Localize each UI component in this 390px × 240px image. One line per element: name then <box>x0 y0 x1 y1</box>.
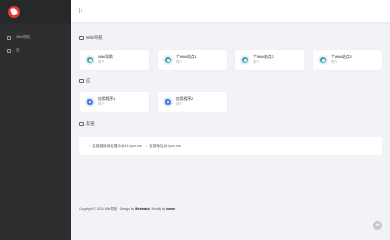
menu-toggle-icon[interactable] <box>79 8 82 13</box>
app-logo-icon <box>163 97 173 107</box>
card-subtitle: 简介 <box>176 102 183 107</box>
section-title-text: 应 <box>86 78 91 83</box>
card-subtitle: 简介 <box>331 60 338 65</box>
friend-link[interactable]: 友链地址@.iyun.me <box>149 144 181 149</box>
app-card[interactable]: 应用程序1 简介 <box>80 92 149 112</box>
card-subtitle: 简介 <box>253 60 260 65</box>
section-title-apps: 应 <box>79 78 90 84</box>
footer-copyright: Copyright © 2024 Wiki导航 · Design by <box>79 207 135 211</box>
folder-icon <box>79 79 84 83</box>
wiki-card[interactable]: 个Wiki站点3 简介 <box>313 50 382 70</box>
back-to-top-button[interactable] <box>373 221 382 230</box>
sidebar: Wiki导航 应 <box>0 0 71 240</box>
site-icon <box>318 55 328 65</box>
top-bar <box>71 0 390 22</box>
app-card[interactable]: 应用程序2 简介 <box>158 92 227 112</box>
friend-links-box: • 友链链接地址展示@11.iyun.me • 友链地址@.iyun.me <box>79 137 382 155</box>
sidebar-item-label: Wiki导航 <box>16 35 30 39</box>
card-subtitle: 简介 <box>176 60 183 65</box>
card-subtitle: 简介 <box>98 60 105 65</box>
footer: Copyright © 2024 Wiki导航 · Design by Webs… <box>79 207 176 211</box>
wiki-card[interactable]: Wiki导航 简介 <box>80 50 149 70</box>
footer-modifier-link[interactable]: iowen <box>166 207 175 211</box>
sidebar-item-apps[interactable]: 应 <box>0 44 71 57</box>
friend-link[interactable]: 友链链接地址展示@11.iyun.me <box>92 144 142 149</box>
section-title-text: Wiki导航 <box>86 35 103 40</box>
app-icon <box>7 48 11 53</box>
site-icon <box>240 55 250 65</box>
site-icon <box>85 55 95 65</box>
compass-icon <box>7 35 11 40</box>
sidebar-item-wiki[interactable]: Wiki导航 <box>0 31 71 44</box>
sidebar-header <box>0 0 71 24</box>
site-icon <box>163 55 173 65</box>
folder-icon <box>79 36 84 40</box>
card-subtitle: 简介 <box>98 102 105 107</box>
sidebar-item-label: 应 <box>16 48 20 52</box>
footer-design-link[interactable]: Webstack <box>135 207 150 211</box>
site-logo-icon[interactable] <box>8 6 20 18</box>
footer-modify-label: Modify by <box>151 207 166 211</box>
section-title-links: 友链 <box>79 121 95 127</box>
wiki-card[interactable]: 个Wiki站点2 简介 <box>235 50 304 70</box>
section-title-text: 友链 <box>86 121 95 126</box>
wiki-card[interactable]: 个Wiki站点1 简介 <box>158 50 227 70</box>
section-title-wiki: Wiki导航 <box>79 35 103 41</box>
main-content: Wiki导航 Wiki导航 简介 个Wiki站点1 简介 个Wiki站点2 简介… <box>71 22 390 240</box>
app-logo-icon <box>85 97 95 107</box>
link-icon <box>79 122 84 126</box>
